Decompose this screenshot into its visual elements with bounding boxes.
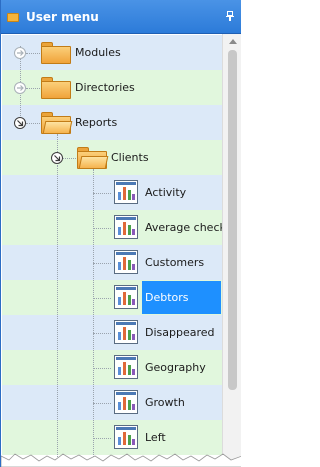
tree-line (26, 53, 40, 54)
report-label-growth: Growth (145, 396, 185, 409)
tree-label-directories: Directories (75, 81, 135, 94)
report-icon (114, 425, 138, 449)
tree-line (93, 368, 111, 369)
tree-line (57, 134, 58, 154)
expand-arrow-icon[interactable] (14, 82, 26, 94)
report-icon (114, 180, 138, 204)
report-icon (114, 215, 138, 239)
tree-line (93, 333, 111, 334)
user-menu-header: User menu (1, 0, 241, 34)
tree-line (26, 123, 40, 124)
menu-icon (7, 13, 19, 22)
tree-row-activity[interactable] (2, 175, 222, 210)
folder-open-icon (41, 112, 73, 134)
report-icon (114, 355, 138, 379)
tree-line (26, 88, 40, 89)
user-menu-panel: User menu Modules Directories Reports Cl… (0, 0, 241, 467)
folder-icon (41, 77, 71, 99)
torn-edge (1, 453, 241, 467)
tree-label-reports: Reports (75, 116, 118, 129)
tree-line (93, 263, 111, 264)
vertical-scrollbar[interactable] (222, 34, 241, 467)
scroll-up-arrow-icon[interactable] (229, 39, 237, 44)
tree-line (93, 228, 111, 229)
expand-arrow-icon[interactable] (14, 47, 26, 59)
report-label-geography: Geography (145, 361, 206, 374)
tree-line (93, 298, 111, 299)
report-label-customers: Customers (145, 256, 205, 269)
tree-line (93, 438, 111, 439)
report-icon (114, 250, 138, 274)
report-label-debtors: Debtors (145, 291, 189, 304)
report-icon (114, 320, 138, 344)
scroll-thumb[interactable] (228, 50, 237, 390)
folder-icon (41, 42, 71, 64)
tree-row-growth[interactable] (2, 385, 222, 420)
tree-line (63, 158, 76, 159)
tree-label-clients: Clients (111, 151, 149, 164)
folder-open-icon (77, 147, 109, 169)
tree-label-modules: Modules (75, 46, 121, 59)
tree-line (57, 165, 58, 465)
collapse-arrow-icon[interactable] (14, 117, 26, 129)
report-label-left: Left (145, 431, 166, 444)
tree-line (93, 403, 111, 404)
tree-line (93, 169, 94, 465)
tree-line (93, 193, 111, 194)
collapse-arrow-icon[interactable] (51, 152, 63, 164)
report-icon (114, 390, 138, 414)
report-label-average-check: Average check (145, 221, 226, 234)
user-menu-title: User menu (26, 10, 99, 24)
report-label-activity: Activity (145, 186, 187, 199)
pin-icon[interactable] (226, 11, 234, 21)
report-label-disappeared: Disappeared (145, 326, 215, 339)
report-icon (114, 285, 138, 309)
